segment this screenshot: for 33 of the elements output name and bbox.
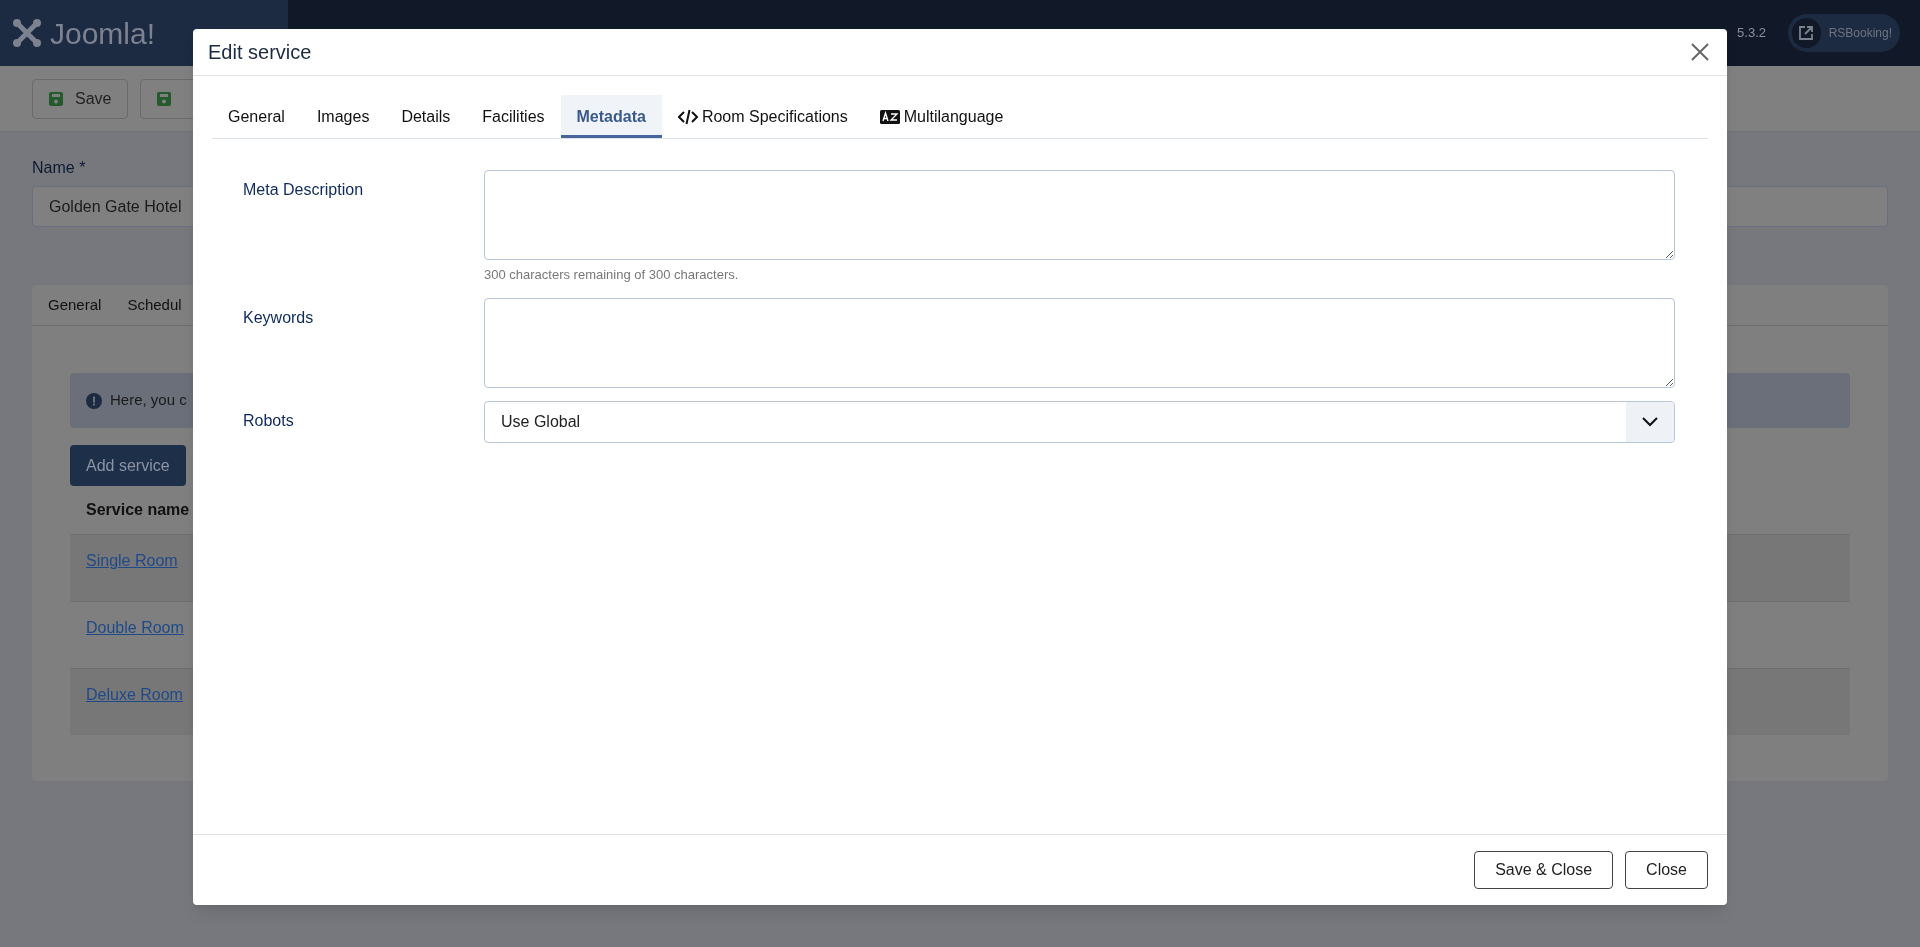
tab[interactable]: Multilanguage: [863, 95, 1020, 138]
tab[interactable]: Metadata: [560, 95, 662, 138]
tab[interactable]: General: [212, 95, 301, 138]
column-header: Service name: [85, 500, 191, 520]
field-label: Name *: [32, 158, 87, 178]
close-button[interactable]: Close: [1625, 851, 1708, 889]
save-button[interactable]: Save: [32, 78, 129, 119]
code-icon: [677, 108, 698, 125]
tab[interactable]: Facilities: [466, 95, 561, 138]
tab[interactable]: Room Specifications: [661, 95, 864, 138]
tab[interactable]: Details: [385, 95, 467, 138]
logo-text: Joomla!: [50, 15, 156, 52]
add-service-button[interactable]: Add service: [70, 445, 186, 486]
hint-text: 300 characters remaining of 300 characters.: [484, 266, 740, 284]
version-text: 5.3.2: [1737, 24, 1766, 43]
tab[interactable]: Images: [300, 95, 386, 138]
floppy-icon: [49, 91, 63, 106]
save-close-button[interactable]: Save & Close: [1474, 851, 1614, 889]
info-icon: [86, 392, 102, 409]
alert-text: Here, you c: [110, 390, 187, 411]
field-label: Robots: [243, 411, 294, 429]
tab[interactable]: General: [48, 293, 102, 317]
floppy-icon: [157, 91, 172, 106]
dialog-title: Edit service: [208, 40, 312, 65]
tab[interactable]: Schedul: [127, 293, 182, 317]
chevron-down-icon: [1642, 416, 1658, 427]
logo-icon: [12, 18, 42, 48]
language-icon: [879, 109, 900, 124]
field-label: Meta Description: [243, 181, 364, 198]
field-label: Keywords: [243, 308, 314, 326]
close-icon: [1690, 42, 1710, 62]
external-link-icon: [1798, 25, 1815, 41]
robots-select[interactable]: Use Global: [484, 400, 1675, 443]
